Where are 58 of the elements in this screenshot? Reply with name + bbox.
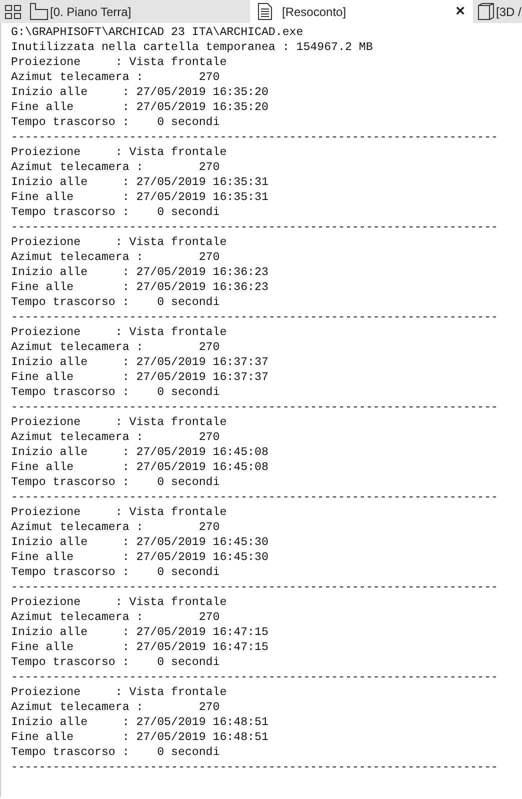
report-line: Fine alle : 27/05/2019 16:36:23 (11, 280, 268, 295)
report-line: Proiezione : Vista frontale (11, 685, 227, 700)
report-line: Proiezione : Vista frontale (11, 505, 227, 520)
report-line: Tempo trascorso : 0 secondi (11, 565, 220, 580)
report-line: Fine alle : 27/05/2019 16:45:30 (11, 550, 268, 565)
report-line: Proiezione : Vista frontale (11, 235, 227, 250)
report-line: ---------------------------------------------------------------------- (11, 580, 498, 595)
report-line: Inizio alle : 27/05/2019 16:47:15 (11, 625, 268, 640)
report-line: Tempo trascorso : 0 secondi (11, 205, 220, 220)
report-line: ---------------------------------------------------------------------- (11, 490, 498, 505)
report-line: Inizio alle : 27/05/2019 16:45:08 (11, 445, 268, 460)
grid-icon[interactable] (5, 5, 21, 19)
report-line: Tempo trascorso : 0 secondi (11, 295, 220, 310)
report-line: Inizio alle : 27/05/2019 16:48:51 (11, 715, 268, 730)
report-line: Azimut telecamera : 270 (11, 70, 220, 85)
report-line: Proiezione : Vista frontale (11, 55, 227, 70)
report-line: Inizio alle : 27/05/2019 16:35:31 (11, 175, 268, 190)
report-line: Fine alle : 27/05/2019 16:48:51 (11, 730, 268, 745)
report-line: Inizio alle : 27/05/2019 16:37:37 (11, 355, 268, 370)
report-line: Fine alle : 27/05/2019 16:45:08 (11, 460, 268, 475)
report-line: Azimut telecamera : 270 (11, 160, 220, 175)
report-line: Azimut telecamera : 270 (11, 340, 220, 355)
report-line: Azimut telecamera : 270 (11, 520, 220, 535)
report-line: Fine alle : 27/05/2019 16:37:37 (11, 370, 268, 385)
report-line: Inutilizzata nella cartella temporanea : 154967.2 MB (11, 40, 373, 55)
report-line: Inizio alle : 27/05/2019 16:36:23 (11, 265, 268, 280)
report-line: ---------------------------------------------------------------------- (11, 400, 498, 415)
document-icon (258, 3, 272, 20)
report-line: Azimut telecamera : 270 (11, 430, 220, 445)
report-line: ---------------------------------------------------------------------- (11, 130, 498, 145)
tab[interactable]: [3D / (473, 0, 522, 23)
report-line: Tempo trascorso : 0 secondi (11, 745, 220, 760)
report-line: Fine alle : 27/05/2019 16:47:15 (11, 640, 268, 655)
report-line: Proiezione : Vista frontale (11, 415, 227, 430)
floor-plan-icon (30, 3, 48, 20)
report-line: Inizio alle : 27/05/2019 16:45:30 (11, 535, 268, 550)
cube-icon (478, 3, 494, 20)
report-line: Tempo trascorso : 0 secondi (11, 475, 220, 490)
report-line: ---------------------------------------------------------------------- (11, 220, 498, 235)
report-line: Tempo trascorso : 0 secondi (11, 655, 220, 670)
tab[interactable]: [0. Piano Terra] (30, 0, 250, 23)
report-line: Proiezione : Vista frontale (11, 325, 227, 340)
report-line: Azimut telecamera : 270 (11, 250, 220, 265)
report-line: Proiezione : Vista frontale (11, 145, 227, 160)
report-line: Proiezione : Vista frontale (11, 595, 227, 610)
report-line: ---------------------------------------------------------------------- (11, 670, 498, 685)
report-line: Tempo trascorso : 0 secondi (11, 115, 220, 130)
report-line: ---------------------------------------------------------------------- (11, 760, 498, 775)
report-line: G:\GRAPHISOFT\ARCHICAD 23 ITA\ARCHICAD.exe (11, 25, 304, 40)
report-line: Fine alle : 27/05/2019 16:35:31 (11, 190, 268, 205)
report-line: Fine alle : 27/05/2019 16:35:20 (11, 100, 268, 115)
report-line: Inizio alle : 27/05/2019 16:35:20 (11, 85, 268, 100)
report-line: Tempo trascorso : 0 secondi (11, 385, 220, 400)
report-line: Azimut telecamera : 270 (11, 700, 220, 715)
report-line: Azimut telecamera : 270 (11, 610, 220, 625)
report-line: ---------------------------------------------------------------------- (11, 310, 498, 325)
tab[interactable]: [Resoconto] × (250, 0, 473, 23)
close-icon[interactable]: × (456, 4, 465, 20)
